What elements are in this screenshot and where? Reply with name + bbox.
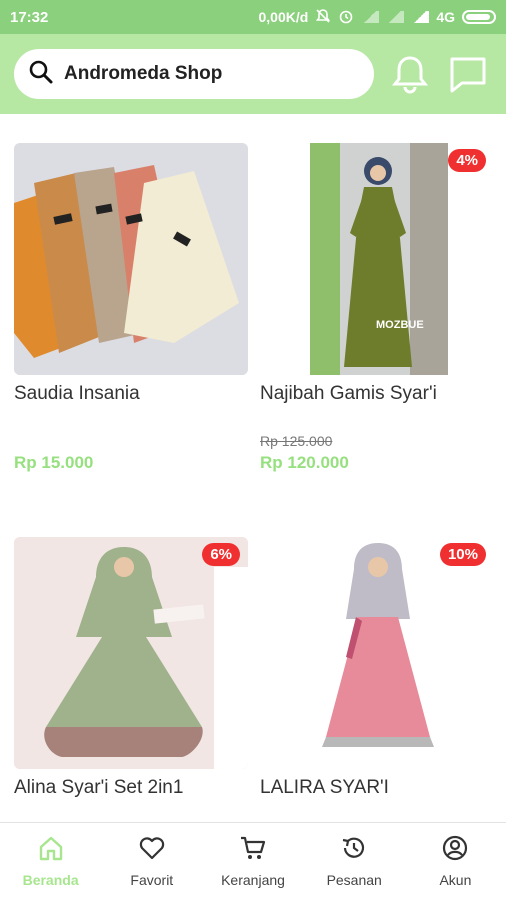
- product-image: [14, 143, 248, 375]
- discount-badge: 6%: [202, 543, 240, 566]
- product-card[interactable]: 10% LALIRA SYAR'I: [260, 537, 494, 817]
- nav-item-keranjang[interactable]: Keranjang: [202, 823, 303, 900]
- discount-badge: 4%: [448, 149, 486, 172]
- nav-label: Akun: [439, 872, 472, 888]
- cart-icon: [239, 835, 267, 866]
- app-header: Andromeda Shop: [0, 34, 506, 114]
- product-title: Alina Syar'i Set 2in1: [14, 777, 184, 798]
- status-indicators: 0,00K/d 4G: [258, 8, 496, 27]
- product-price: Rp 120.000: [260, 453, 349, 472]
- nav-item-akun[interactable]: Akun: [405, 823, 506, 900]
- product-image: 6%: [14, 537, 248, 769]
- product-old-price: [14, 433, 248, 451]
- search-bar[interactable]: Andromeda Shop: [14, 49, 374, 99]
- nav-label: Favorit: [130, 872, 174, 888]
- status-time: 17:32: [10, 8, 49, 26]
- nav-item-favorit[interactable]: Favorit: [101, 823, 202, 900]
- nav-item-pesanan[interactable]: Pesanan: [304, 823, 405, 900]
- product-image: MOZBUE 4%: [260, 143, 494, 375]
- bottom-navigation: Beranda Favorit Keranjang Pesanan Akun: [0, 822, 506, 900]
- nav-label: Beranda: [22, 872, 79, 888]
- signal-strong-icon: [411, 11, 430, 23]
- product-title: Najibah Gamis Syar'i: [260, 383, 437, 404]
- discount-badge: 10%: [439, 543, 486, 566]
- nav-item-beranda[interactable]: Beranda: [0, 823, 101, 900]
- battery-icon: [462, 10, 496, 24]
- chat-icon[interactable]: [448, 54, 488, 94]
- home-icon: [37, 835, 65, 866]
- product-price: Rp 15.000: [14, 453, 94, 472]
- network-type: 4G: [436, 9, 455, 25]
- product-card[interactable]: MOZBUE 4% Najibah Gamis Syar'i Rp 125.00…: [260, 143, 494, 473]
- product-card[interactable]: 6% Alina Syar'i Set 2in1: [14, 537, 248, 817]
- signal-icon: [361, 11, 380, 23]
- history-icon: [340, 835, 368, 866]
- product-image: 10%: [260, 537, 494, 769]
- product-title: Saudia Insania: [14, 383, 140, 404]
- status-bar: 17:32 0,00K/d 4G: [0, 0, 506, 34]
- nav-label: Keranjang: [221, 872, 285, 888]
- search-text: Andromeda Shop: [64, 63, 223, 84]
- brand-watermark: MOZBUE: [376, 319, 424, 331]
- product-card[interactable]: Saudia Insania Rp 15.000: [14, 143, 248, 473]
- account-icon: [441, 835, 469, 866]
- notification-bell-icon[interactable]: [390, 54, 430, 94]
- search-icon: [28, 59, 54, 90]
- mute-icon: [315, 8, 331, 27]
- alarm-icon: [338, 8, 354, 27]
- product-title: LALIRA SYAR'I: [260, 777, 389, 798]
- product-old-price: Rp 125.000: [260, 433, 333, 449]
- network-speed: 0,00K/d: [258, 9, 309, 25]
- heart-icon: [138, 835, 166, 866]
- nav-label: Pesanan: [326, 872, 382, 888]
- data-arrows-icon: [386, 11, 405, 23]
